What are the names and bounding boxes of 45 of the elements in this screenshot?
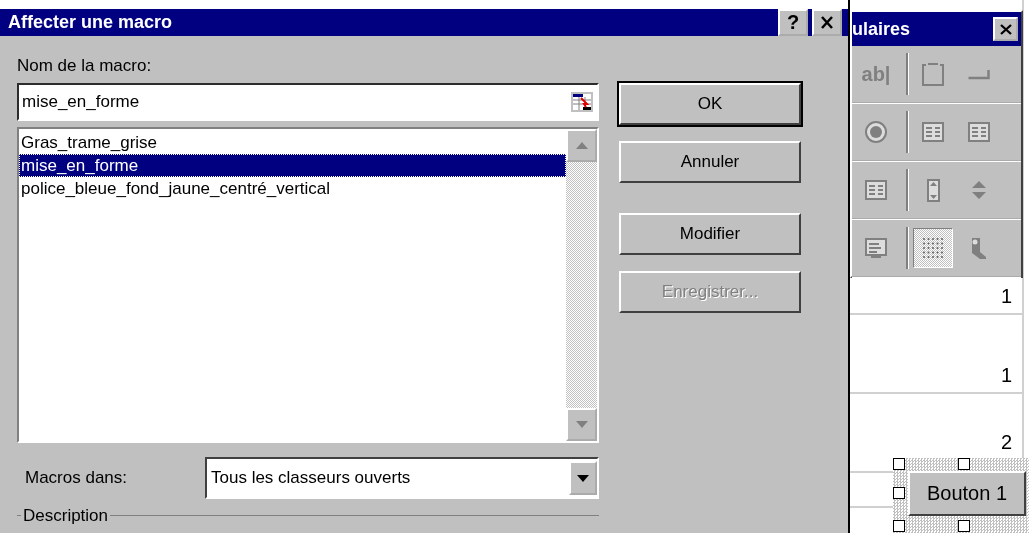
macro-list-item[interactable]: mise_en_forme <box>19 154 566 177</box>
macros-in-dropdown[interactable]: Tous les classeurs ouverts <box>205 457 599 499</box>
macro-list-item[interactable]: Gras_trame_grise <box>19 131 566 154</box>
down-arrow-icon <box>575 421 588 428</box>
caret-icon <box>577 474 589 482</box>
close-icon <box>999 23 1012 35</box>
scrollbar[interactable] <box>566 129 597 441</box>
resize-handle[interactable] <box>893 520 905 532</box>
resize-handle[interactable] <box>893 458 905 470</box>
table-cell-text: 2 <box>1000 431 1012 455</box>
macros-in-label: Macros dans: <box>24 468 129 488</box>
window-title: Affecter une macro <box>8 12 174 33</box>
table-cell-text: 1 <box>1000 364 1012 388</box>
scroll-up-button[interactable] <box>566 129 597 162</box>
list-icon <box>920 119 946 145</box>
table-cell-text: 1 <box>1000 285 1012 309</box>
close-button[interactable] <box>812 9 842 36</box>
list-icon <box>966 119 992 145</box>
list-icon <box>863 177 889 203</box>
group-box-icon <box>920 61 946 87</box>
macro-name-field[interactable]: mise_en_forme <box>17 83 599 121</box>
toolbar-button[interactable] <box>913 228 953 268</box>
close-icon <box>820 16 834 29</box>
dropdown-button[interactable] <box>569 461 597 495</box>
help-button[interactable]: ? <box>778 9 808 36</box>
radio-icon <box>863 119 889 145</box>
grid-icon <box>920 235 946 261</box>
dialog-button[interactable]: OK <box>619 83 801 125</box>
description-label: Description <box>21 506 111 526</box>
up-arrow-icon <box>575 142 588 149</box>
collapse-dialog-icon[interactable] <box>571 92 593 112</box>
toolbar-title: ulaires <box>852 18 912 40</box>
resize-handle[interactable] <box>958 458 970 470</box>
dialog-button[interactable]: Modifier <box>619 213 801 255</box>
scroll-down-button[interactable] <box>566 408 597 441</box>
form-button[interactable]: Bouton 1 <box>908 471 1026 516</box>
button-shape-icon <box>967 68 991 80</box>
macro-name-label: Nom de la macro: <box>17 56 153 77</box>
resize-handle[interactable] <box>893 487 905 499</box>
resize-handle[interactable] <box>958 520 970 532</box>
macro-list-item[interactable]: police_bleue_fond_jaune_centré_vertical <box>19 177 566 200</box>
edit-box-icon: ab| <box>861 62 891 86</box>
close-button[interactable] <box>993 17 1018 41</box>
properties-icon <box>863 235 889 261</box>
dialog-button[interactable]: Annuler <box>619 141 801 183</box>
